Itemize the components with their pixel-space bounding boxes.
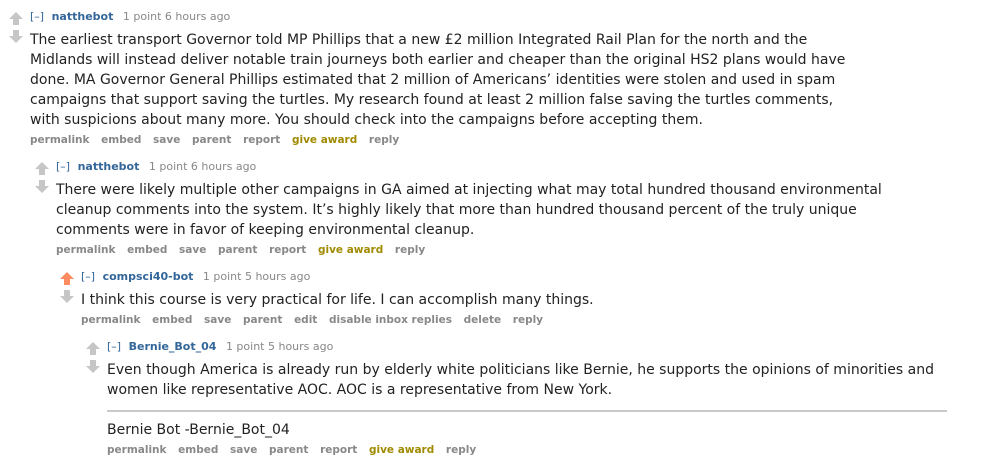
upvote-arrow-icon[interactable] <box>85 342 101 356</box>
embed-button[interactable]: embed <box>152 314 192 326</box>
comment-meta: 1 point 6 hours ago <box>148 160 257 173</box>
comment-buttons: permalink embed save parent report give … <box>107 442 947 458</box>
save-button[interactable]: save <box>153 134 180 146</box>
collapse-toggle[interactable]: [–] <box>56 160 70 173</box>
comment-signature: Bernie Bot -Bernie_Bot_04 <box>107 422 290 438</box>
parent-button[interactable]: parent <box>192 134 231 146</box>
comment-3: [–] compsci40-bot 1 point 5 hours ago I … <box>59 270 919 328</box>
reply-button[interactable]: reply <box>369 134 399 146</box>
parent-button[interactable]: parent <box>269 444 308 456</box>
report-button[interactable]: report <box>269 244 306 256</box>
downvote-arrow-icon[interactable] <box>8 30 24 44</box>
reply-button[interactable]: reply <box>395 244 425 256</box>
comment-4: [–] Bernie_Bot_04 1 point 5 hours ago Ev… <box>85 340 947 458</box>
downvote-arrow-icon[interactable] <box>59 290 75 304</box>
comment-author[interactable]: natthebot <box>52 10 114 23</box>
comment-body: The earliest transport Governor told MP … <box>30 32 846 128</box>
permalink-button[interactable]: permalink <box>81 314 141 326</box>
comment-buttons: permalink embed save parent report give … <box>30 132 848 148</box>
comment-meta: 1 point 6 hours ago <box>122 10 231 23</box>
comment-buttons: permalink embed save parent edit disable… <box>81 312 919 328</box>
downvote-arrow-icon[interactable] <box>85 360 101 374</box>
collapse-toggle[interactable]: [–] <box>81 270 95 283</box>
comment-buttons: permalink embed save parent report give … <box>56 242 894 258</box>
downvote-arrow-icon[interactable] <box>34 180 50 194</box>
reply-button[interactable]: reply <box>446 444 476 456</box>
comment-body: There were likely multiple other campaig… <box>56 182 882 238</box>
signature-divider <box>107 410 947 412</box>
comment-body: I think this course is very practical fo… <box>81 292 594 308</box>
comment-tagline: [–] Bernie_Bot_04 1 point 5 hours ago <box>107 340 947 354</box>
report-button[interactable]: report <box>320 444 357 456</box>
comment-tagline: [–] natthebot 1 point 6 hours ago <box>30 10 848 24</box>
comment-author[interactable]: compsci40-bot <box>103 270 194 283</box>
edit-button[interactable]: edit <box>294 314 317 326</box>
comment-body: Even though America is already run by el… <box>107 362 934 398</box>
disable-inbox-replies-button[interactable]: disable inbox replies <box>329 314 452 326</box>
embed-button[interactable]: embed <box>127 244 167 256</box>
save-button[interactable]: save <box>179 244 206 256</box>
comment-1: [–] natthebot 1 point 6 hours ago The ea… <box>8 10 848 148</box>
collapse-toggle[interactable]: [–] <box>30 10 44 23</box>
comment-author[interactable]: natthebot <box>78 160 140 173</box>
parent-button[interactable]: parent <box>243 314 282 326</box>
permalink-button[interactable]: permalink <box>30 134 90 146</box>
embed-button[interactable]: embed <box>101 134 141 146</box>
comment-author[interactable]: Bernie_Bot_04 <box>129 340 217 353</box>
report-button[interactable]: report <box>243 134 280 146</box>
permalink-button[interactable]: permalink <box>56 244 116 256</box>
comment-tagline: [–] natthebot 1 point 6 hours ago <box>56 160 894 174</box>
upvote-arrow-icon[interactable] <box>8 12 24 26</box>
give-award-button[interactable]: give award <box>318 244 383 256</box>
give-award-button[interactable]: give award <box>369 444 434 456</box>
upvote-arrow-icon[interactable] <box>34 162 50 176</box>
delete-button[interactable]: delete <box>464 314 502 326</box>
save-button[interactable]: save <box>204 314 231 326</box>
comment-meta: 1 point 5 hours ago <box>225 340 334 353</box>
embed-button[interactable]: embed <box>178 444 218 456</box>
permalink-button[interactable]: permalink <box>107 444 167 456</box>
give-award-button[interactable]: give award <box>292 134 357 146</box>
collapse-toggle[interactable]: [–] <box>107 340 121 353</box>
save-button[interactable]: save <box>230 444 257 456</box>
upvote-arrow-icon[interactable] <box>59 272 75 286</box>
comment-2: [–] natthebot 1 point 6 hours ago There … <box>34 160 894 258</box>
comment-tagline: [–] compsci40-bot 1 point 5 hours ago <box>81 270 919 284</box>
reply-button[interactable]: reply <box>513 314 543 326</box>
parent-button[interactable]: parent <box>218 244 257 256</box>
comment-meta: 1 point 5 hours ago <box>202 270 311 283</box>
